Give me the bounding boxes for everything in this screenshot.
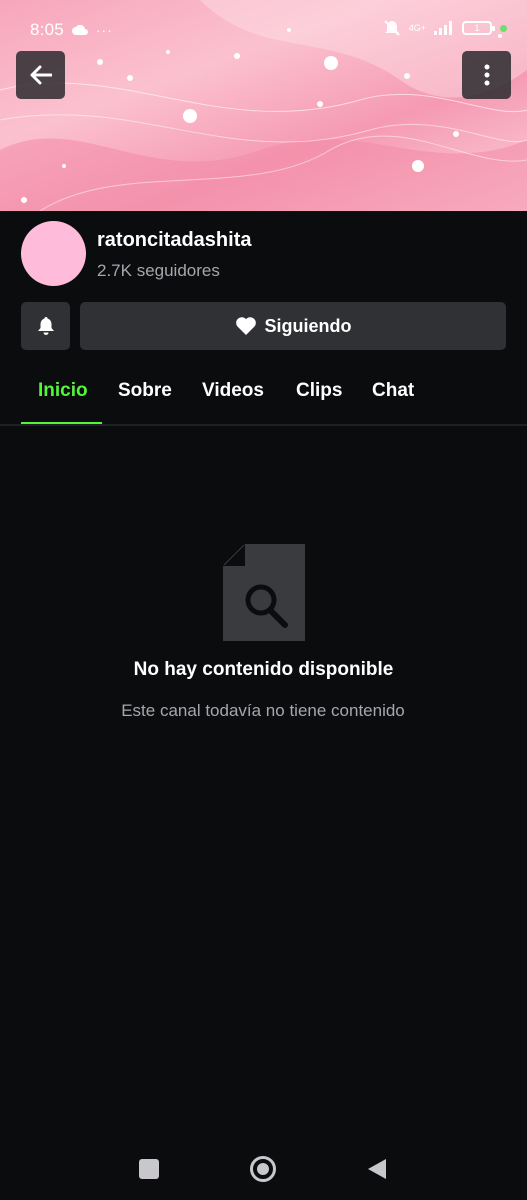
system-navigation-bar	[0, 1140, 527, 1200]
channel-name: ratoncitadashita	[97, 229, 252, 251]
tab-sobre[interactable]: Sobre	[118, 380, 172, 402]
notification-button[interactable]	[21, 302, 70, 350]
heart-icon	[235, 317, 256, 335]
battery-icon: 1	[462, 21, 495, 35]
status-bar: 8:05 ··· 4G+ 1	[0, 0, 527, 60]
more-dots-icon: ···	[95, 22, 113, 38]
follower-count: 2.7K seguidores	[97, 261, 220, 280]
tab-videos[interactable]: Videos	[202, 380, 264, 402]
network-label: 4G+	[408, 22, 426, 33]
battery-level: 1	[474, 23, 480, 33]
arrow-left-icon	[30, 65, 52, 85]
vertical-dots-icon	[484, 64, 489, 86]
tabs-divider	[0, 424, 527, 426]
tab-chat[interactable]: Chat	[372, 380, 414, 402]
channel-banner: 8:05 ··· 4G+ 1	[0, 0, 527, 211]
back-triangle-icon	[368, 1159, 386, 1179]
recents-square-icon	[139, 1159, 159, 1179]
channel-tabs: Inicio Sobre Videos Clips Chat	[0, 366, 527, 426]
empty-state-title: No hay contenido disponible	[133, 659, 394, 680]
home-button[interactable]	[248, 1154, 278, 1184]
status-time: 8:05	[30, 20, 64, 39]
following-button[interactable]: Siguiendo	[80, 302, 506, 350]
tab-inicio[interactable]: Inicio	[38, 380, 88, 402]
following-label: Siguiendo	[264, 315, 352, 336]
tab-clips[interactable]: Clips	[296, 380, 342, 402]
more-options-button[interactable]	[462, 51, 511, 99]
mute-icon	[384, 20, 400, 36]
back-nav-button[interactable]	[364, 1156, 390, 1182]
dot-icon	[500, 24, 507, 32]
recents-button[interactable]	[136, 1156, 162, 1182]
home-circle-icon	[250, 1156, 276, 1182]
cloud-icon	[71, 25, 88, 35]
signal-icon	[434, 21, 452, 35]
avatar[interactable]	[21, 221, 86, 286]
file-search-icon	[223, 544, 305, 641]
back-button[interactable]	[16, 51, 65, 99]
empty-state-description: Este canal todavía no tiene contenido	[121, 701, 405, 720]
bell-icon	[37, 317, 54, 335]
